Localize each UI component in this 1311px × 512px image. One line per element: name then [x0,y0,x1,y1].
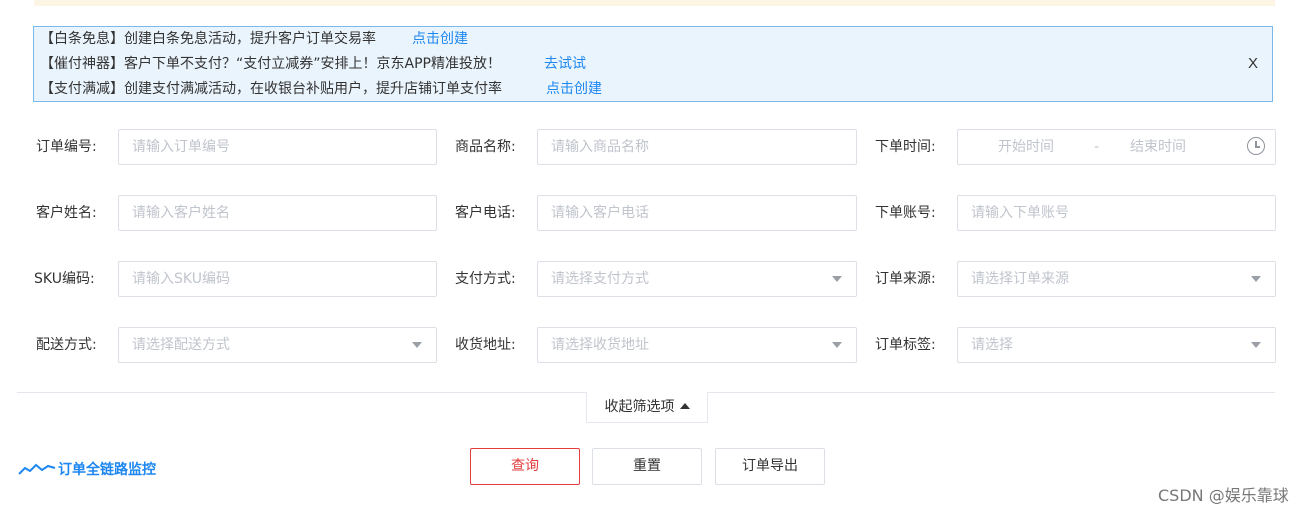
notice-text: 【支付满减】创建支付满减活动，在收银台补贴用户，提升店铺订单支付率 [40,81,502,97]
delivery-method-select[interactable]: 请选择配送方式 [118,327,437,363]
notice-text: 【催付神器】客户下单不支付？“支付立减券”安排上！京东APP精准投放！ [40,56,501,72]
customer-name-input[interactable]: 请输入客户姓名 [118,195,437,231]
chevron-down-icon [832,342,842,348]
end-time-placeholder: 结束时间 [1130,139,1186,155]
collapse-filters-label: 收起筛选项 [604,399,675,415]
clock-icon [1247,137,1265,155]
customer-phone-input[interactable]: 请输入客户电话 [537,195,857,231]
chevron-down-icon [832,276,842,282]
order-time-label: 下单时间: [875,139,936,155]
order-tag-placeholder: 请选择 [971,337,1013,353]
export-orders-button[interactable]: 订单导出 [715,448,825,485]
notice-link-create[interactable]: 点击创建 [412,29,468,49]
range-separator: - [1094,139,1100,155]
shipping-address-select[interactable]: 请选择收货地址 [537,327,857,363]
product-name-input[interactable]: 请输入商品名称 [537,129,857,165]
sku-input[interactable]: 请输入SKU编码 [118,261,437,297]
order-source-placeholder: 请选择订单来源 [971,271,1069,287]
payment-method-placeholder: 请选择支付方式 [551,271,649,287]
notice-line-payment-reminder: 【催付神器】客户下单不支付？“支付立减券”安排上！京东APP精准投放！ 去试试 [40,54,586,74]
notice-line-payment-discount: 【支付满减】创建支付满减活动，在收银台补贴用户，提升店铺订单支付率 点击创建 [40,79,602,99]
top-warning-strip [34,0,1275,6]
order-account-placeholder: 请输入下单账号 [971,205,1069,221]
watermark: CSDN @娱乐靠球 [1158,486,1289,505]
notice-link-try[interactable]: 去试试 [544,54,586,74]
notice-text: 【白条免息】创建白条免息活动，提升客户订单交易率 [40,31,376,47]
product-name-label: 商品名称: [455,139,516,155]
caret-up-icon [679,403,690,409]
order-source-select[interactable]: 请选择订单来源 [957,261,1276,297]
close-icon[interactable]: X [1248,55,1258,72]
notice-link-create[interactable]: 点击创建 [546,79,602,99]
order-account-input[interactable]: 请输入下单账号 [957,195,1276,231]
order-no-placeholder: 请输入订单编号 [132,139,230,155]
chevron-down-icon [1251,276,1261,282]
trend-line-icon [18,463,56,475]
payment-method-select[interactable]: 请选择支付方式 [537,261,857,297]
order-tag-label: 订单标签: [875,337,936,353]
customer-name-label: 客户姓名: [36,205,97,221]
order-time-range-picker[interactable]: 开始时间 - 结束时间 [957,129,1276,165]
shipping-address-placeholder: 请选择收货地址 [551,337,649,353]
order-account-label: 下单账号: [875,205,936,221]
customer-phone-placeholder: 请输入客户电话 [551,205,649,221]
customer-name-placeholder: 请输入客户姓名 [132,205,230,221]
product-name-placeholder: 请输入商品名称 [551,139,649,155]
search-button[interactable]: 查询 [470,448,580,485]
chevron-down-icon [1251,342,1261,348]
order-no-input[interactable]: 请输入订单编号 [118,129,437,165]
order-source-label: 订单来源: [875,271,936,287]
sku-placeholder: 请输入SKU编码 [132,271,230,287]
order-monitor-label: 订单全链路监控 [58,462,156,478]
delivery-method-label: 配送方式: [36,337,97,353]
chevron-down-icon [412,342,422,348]
payment-method-label: 支付方式: [455,271,516,287]
order-no-label: 订单编号: [36,139,97,155]
promo-notice-panel: 【白条免息】创建白条免息活动，提升客户订单交易率 点击创建 【催付神器】客户下单… [33,26,1273,102]
customer-phone-label: 客户电话: [455,205,516,221]
shipping-address-label: 收货地址: [455,337,516,353]
start-time-placeholder: 开始时间 [998,139,1054,155]
notice-line-interest-free: 【白条免息】创建白条免息活动，提升客户订单交易率 点击创建 [40,29,468,49]
sku-label: SKU编码: [34,271,95,287]
reset-button[interactable]: 重置 [592,448,702,485]
collapse-filters-button[interactable]: 收起筛选项 [586,392,708,423]
delivery-method-placeholder: 请选择配送方式 [132,337,230,353]
order-tag-select[interactable]: 请选择 [957,327,1276,363]
